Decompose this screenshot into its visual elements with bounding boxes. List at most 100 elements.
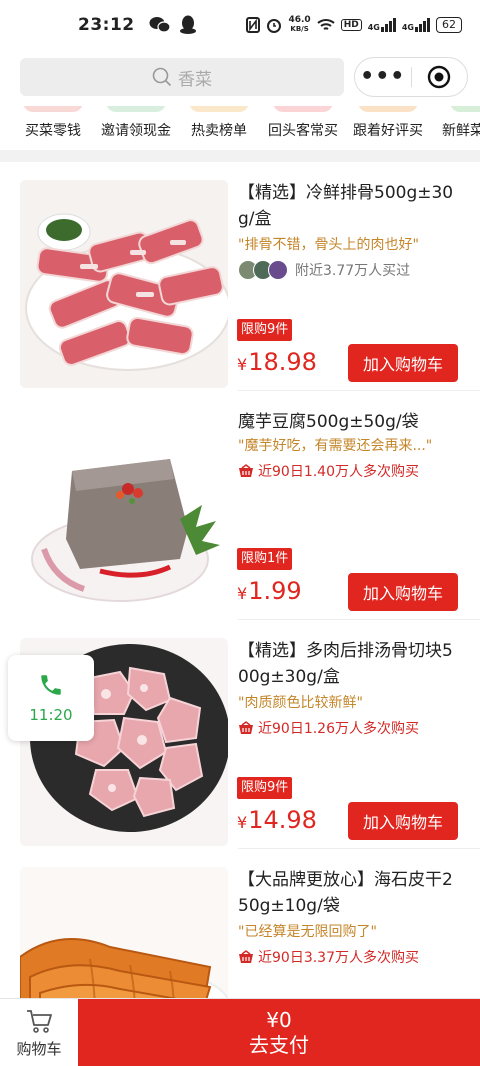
- category-label: 跟着好评买: [353, 123, 423, 139]
- floating-call-widget[interactable]: 11:20: [8, 655, 94, 741]
- status-bar: 23:12 46.0 KB/S HD 4G 4G 62: [0, 0, 480, 50]
- social-text: 近90日1.40万人多次购买: [258, 464, 419, 480]
- status-time: 23:12: [78, 15, 135, 35]
- product-review-quote: "魔芋好吃，有需要还会再来...": [238, 438, 433, 454]
- product-card[interactable]: 【大品牌更放心】海石皮干250g±10g/袋 "已经算是无限回购了" 近90日3…: [0, 849, 480, 998]
- close-miniprogram-icon[interactable]: [411, 65, 467, 89]
- signal-label-2: 4G: [401, 23, 414, 32]
- currency-symbol: ¥: [237, 584, 248, 603]
- product-card[interactable]: 【精选】冷鲜排骨500g±30g/盒 "排骨不错，骨头上的肉也好" 附近3.77…: [0, 162, 480, 391]
- wifi-icon: [317, 19, 335, 30]
- search-placeholder: 香菜: [178, 69, 212, 90]
- basket-icon: [239, 464, 253, 477]
- purchase-limit-badge: 限购1件: [237, 548, 293, 570]
- signal-bars-icon: [380, 18, 396, 32]
- product-social-proof: 近90日3.37万人多次购买: [238, 947, 419, 967]
- social-text: 近90日3.37万人多次购买: [258, 950, 419, 966]
- currency-symbol: ¥: [237, 813, 248, 832]
- add-to-cart-button[interactable]: 加入购物车: [348, 802, 458, 840]
- category-item[interactable]: 新鲜菜: [430, 106, 480, 140]
- category-label: 买菜零钱: [25, 123, 81, 139]
- notification-icons: [149, 15, 197, 35]
- header: 香菜 •••: [0, 50, 480, 106]
- battery-indicator: 62: [436, 17, 462, 33]
- price-value: 18.98: [248, 348, 317, 376]
- category-item[interactable]: 跟着好评买: [345, 106, 431, 140]
- basket-icon: [239, 721, 253, 734]
- product-social-proof: 近90日1.40万人多次购买: [238, 461, 419, 481]
- nfc-icon: [246, 17, 261, 33]
- product-price: ¥18.98: [237, 348, 317, 376]
- call-duration: 11:20: [29, 706, 73, 724]
- avatar: [268, 260, 288, 280]
- qq-icon: [179, 15, 196, 34]
- social-text: 近90日1.26万人多次购买: [258, 721, 419, 737]
- product-review-quote: "肉质颜色比较新鲜": [238, 695, 363, 711]
- signal-2: 4G: [402, 18, 430, 32]
- category-label: 回头客常买: [268, 123, 338, 139]
- category-bubble-icon: [106, 106, 166, 112]
- product-list: 【精选】冷鲜排骨500g±30g/盒 "排骨不错，骨头上的肉也好" 附近3.77…: [0, 162, 480, 998]
- net-speed-value: 46.0: [288, 15, 311, 25]
- category-bubble-icon: [358, 106, 418, 112]
- phone-icon: [41, 675, 61, 695]
- category-item[interactable]: 热卖榜单: [176, 106, 262, 140]
- product-price: ¥1.99: [237, 577, 302, 605]
- search-bar[interactable]: 香菜: [20, 58, 344, 96]
- product-review-quote: "排骨不错，骨头上的肉也好": [238, 237, 419, 253]
- category-label: 邀请领现金: [101, 123, 171, 139]
- miniprogram-capsule: •••: [354, 57, 468, 97]
- section-divider: [0, 150, 480, 162]
- buyer-avatars: [238, 260, 288, 280]
- product-image-konjac[interactable]: [20, 409, 228, 617]
- cart-button[interactable]: 购物车: [0, 999, 78, 1066]
- alarm-icon: [267, 19, 282, 33]
- category-bubble-icon: [450, 106, 480, 112]
- purchase-limit-badge: 限购9件: [237, 319, 293, 341]
- category-bubble-icon: [23, 106, 83, 112]
- product-review-quote: "已经算是无限回购了": [238, 924, 377, 940]
- category-item[interactable]: 买菜零钱: [10, 106, 96, 140]
- product-image-ribs[interactable]: [20, 180, 228, 388]
- product-title[interactable]: 【精选】冷鲜排骨500g±30g/盒: [238, 180, 456, 232]
- net-speed-unit: KB/S: [290, 25, 309, 33]
- product-social-proof: 附近3.77万人买过: [238, 260, 410, 280]
- product-social-proof: 近90日1.26万人多次购买: [238, 718, 419, 738]
- product-title[interactable]: 【精选】多肉后排汤骨切块500g±30g/盒: [238, 638, 456, 690]
- product-image-tofu-skin[interactable]: [20, 867, 228, 998]
- social-text: 附近3.77万人买过: [295, 263, 411, 279]
- bottom-bar: 购物车 ¥0 去支付: [0, 998, 480, 1066]
- cart-label: 购物车: [16, 1039, 62, 1058]
- cart-total: ¥0: [266, 1008, 292, 1032]
- price-value: 1.99: [248, 577, 302, 605]
- cart-icon: [27, 1009, 52, 1033]
- signal-bars-icon: [415, 18, 430, 32]
- search-icon: [152, 67, 172, 87]
- network-speed: 46.0 KB/S: [288, 16, 310, 34]
- category-item[interactable]: 回头客常买: [260, 106, 346, 140]
- category-item[interactable]: 邀请领现金: [93, 106, 179, 140]
- add-to-cart-button[interactable]: 加入购物车: [348, 573, 458, 611]
- currency-symbol: ¥: [237, 355, 248, 374]
- category-strip: 买菜零钱 邀请领现金 热卖榜单 回头客常买 跟着好评买 新鲜菜: [0, 106, 480, 150]
- price-value: 14.98: [248, 806, 317, 834]
- basket-icon: [239, 950, 253, 963]
- checkout-label: 去支付: [249, 1033, 309, 1057]
- hd-badge: HD: [340, 19, 362, 31]
- product-title[interactable]: 魔芋豆腐500g±50g/袋: [238, 409, 456, 435]
- category-bubble-icon: [189, 106, 249, 112]
- product-title[interactable]: 【大品牌更放心】海石皮干250g±10g/袋: [238, 867, 456, 919]
- more-icon[interactable]: •••: [355, 66, 411, 88]
- category-label: 新鲜菜: [442, 123, 480, 139]
- add-to-cart-button[interactable]: 加入购物车: [348, 344, 458, 382]
- category-bubble-icon: [273, 106, 333, 112]
- system-indicators: 46.0 KB/S HD 4G 4G 62: [246, 16, 462, 34]
- product-price: ¥14.98: [237, 806, 317, 834]
- signal-label-1: 4G: [367, 23, 380, 32]
- product-card[interactable]: 魔芋豆腐500g±50g/袋 "魔芋好吃，有需要还会再来..." 近90日1.4…: [0, 391, 480, 620]
- signal-1: 4G: [368, 18, 396, 32]
- purchase-limit-badge: 限购9件: [237, 777, 293, 799]
- wechat-icon: [149, 17, 171, 33]
- category-label: 热卖榜单: [191, 123, 247, 139]
- checkout-button[interactable]: ¥0 去支付: [78, 999, 480, 1066]
